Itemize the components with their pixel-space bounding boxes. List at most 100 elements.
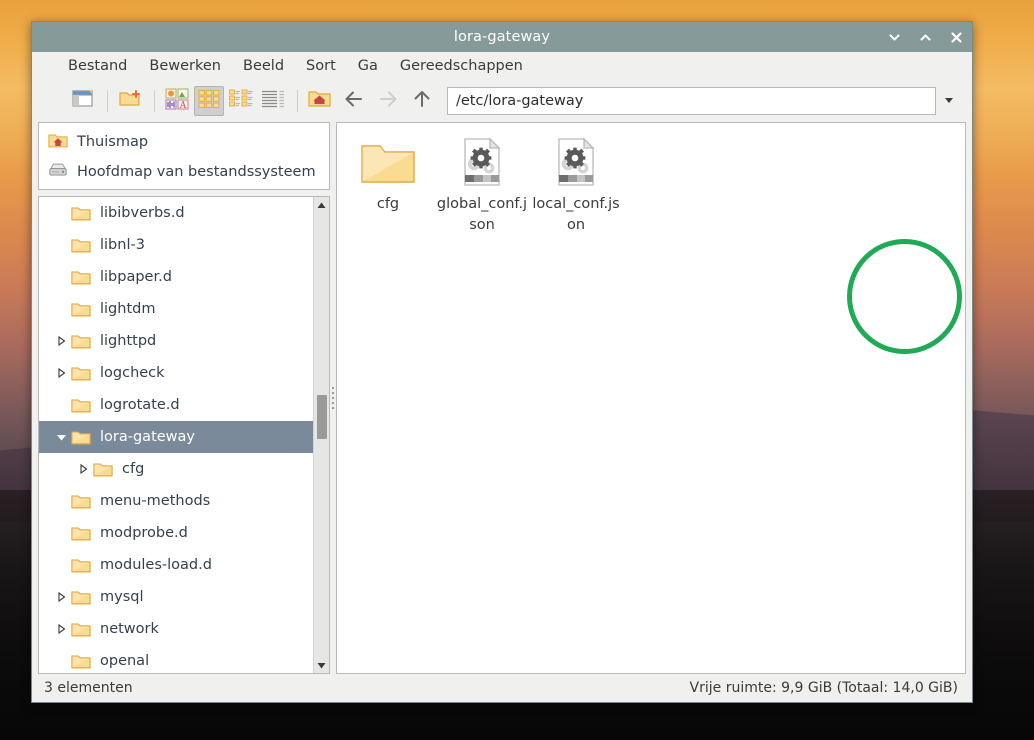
tree-item-label: lightdm — [100, 301, 156, 317]
tree-item-label: lighttpd — [100, 333, 157, 349]
tree-item-modprobe-d[interactable]: modprobe.d — [39, 517, 313, 549]
chevron-right-icon[interactable] — [51, 592, 71, 602]
directory-tree[interactable]: libibverbs.d libnl-3 libpaper.d lightdm ligh… — [39, 197, 313, 673]
status-item-count: 3 elementen — [44, 680, 133, 696]
tree-item-logcheck[interactable]: logcheck — [39, 357, 313, 389]
folder-icon — [71, 589, 93, 606]
places-panel: Thuismap Hoofdmap van bestandssysteem — [38, 122, 330, 190]
directory-tree-panel: libibverbs.d libnl-3 libpaper.d lightdm ligh… — [38, 196, 330, 674]
scroll-down-button[interactable] — [314, 657, 330, 673]
toolbar: A /etc/lora-gateway — [32, 80, 972, 122]
icon-grid: cfg global_conf.json local_conf.json — [337, 123, 965, 250]
folder-icon — [71, 621, 93, 638]
status-bar: 3 elementen Vrije ruimte: 9,9 GiB (Totaa… — [32, 674, 972, 702]
file-list-view[interactable]: cfg global_conf.json local_conf.json — [336, 122, 966, 674]
menu-item-bestand[interactable]: Bestand — [68, 58, 127, 74]
home-button[interactable] — [305, 86, 335, 116]
menu-item-beeld[interactable]: Beeld — [243, 58, 284, 74]
chevron-right-icon[interactable] — [51, 336, 71, 346]
window-title: lora-gateway — [453, 29, 551, 45]
scrollbar-track[interactable] — [314, 213, 329, 657]
sidebar: Thuismap Hoofdmap van bestandssysteem li… — [38, 122, 330, 674]
tree-item-libpaper-d[interactable]: libpaper.d — [39, 261, 313, 293]
status-free-space: Vrije ruimte: 9,9 GiB (Totaal: 14,0 GiB) — [689, 680, 958, 696]
folder-icon — [71, 365, 93, 382]
hard-drive-icon — [48, 162, 68, 183]
tree-item-label: cfg — [122, 461, 145, 477]
tree-item-label: modprobe.d — [100, 525, 188, 541]
tree-item-logrotate-d[interactable]: logrotate.d — [39, 389, 313, 421]
folder-icon — [71, 301, 93, 318]
menu-item-ga[interactable]: Ga — [358, 58, 378, 74]
tree-item-menu-methods[interactable]: menu-methods — [39, 485, 313, 517]
chevron-right-icon[interactable] — [73, 464, 93, 474]
path-value: /etc/lora-gateway — [456, 93, 584, 109]
tree-item-label: libpaper.d — [100, 269, 172, 285]
place-item-label: Thuismap — [77, 134, 149, 150]
toolbar-separator — [107, 90, 108, 112]
window-controls — [887, 30, 964, 45]
folder-icon — [71, 653, 93, 670]
tree-item-network[interactable]: network — [39, 613, 313, 645]
back-button[interactable] — [337, 86, 371, 116]
folder-icon — [71, 525, 93, 542]
new-folder-icon — [118, 88, 142, 114]
tree-item-modules-load-d[interactable]: modules-load.d — [39, 549, 313, 581]
tree-item-libibverbs-d[interactable]: libibverbs.d — [39, 197, 313, 229]
new-tab-button[interactable] — [68, 86, 98, 116]
tree-item-label: modules-load.d — [100, 557, 212, 573]
chevron-right-icon[interactable] — [51, 624, 71, 634]
icon-view-button[interactable] — [194, 86, 224, 116]
path-input[interactable]: /etc/lora-gateway — [447, 87, 936, 115]
tree-item-label: mysql — [100, 589, 144, 605]
home-folder-icon — [48, 132, 68, 153]
file-types-icon: A — [164, 87, 190, 115]
menu-item-sort[interactable]: Sort — [306, 58, 336, 74]
maximize-button[interactable] — [918, 30, 933, 45]
svg-text:A: A — [179, 101, 187, 111]
folder-icon — [360, 137, 416, 187]
new-window-icon — [71, 88, 95, 114]
scrollbar-thumb[interactable] — [317, 395, 327, 440]
tree-item-label: logcheck — [100, 365, 165, 381]
file-item-cfg[interactable]: cfg — [341, 131, 435, 242]
menu-item-bewerken[interactable]: Bewerken — [149, 58, 221, 74]
chevron-right-icon[interactable] — [51, 368, 71, 378]
shade-button[interactable] — [887, 30, 902, 45]
tree-item-mysql[interactable]: mysql — [39, 581, 313, 613]
icon-view-icon — [197, 88, 221, 114]
path-dropdown-button[interactable] — [936, 87, 962, 115]
tree-item-lighttpd[interactable]: lighttpd — [39, 325, 313, 357]
up-button[interactable] — [405, 86, 439, 116]
detailed-view-button[interactable] — [258, 86, 288, 116]
tree-item-label: menu-methods — [100, 493, 211, 509]
detailed-list-icon — [260, 88, 286, 114]
folder-icon — [71, 237, 93, 254]
place-item-label: Hoofdmap van bestandssysteem — [77, 164, 316, 180]
place-item-home[interactable]: Thuismap — [39, 127, 329, 157]
file-item-local-conf-json[interactable]: local_conf.json — [529, 131, 623, 242]
tree-item-cfg[interactable]: cfg — [39, 453, 313, 485]
tree-item-openal[interactable]: openal — [39, 645, 313, 673]
tree-item-label: libibverbs.d — [100, 205, 185, 221]
file-item-label: cfg — [376, 196, 400, 212]
tree-item-lora-gateway[interactable]: lora-gateway — [39, 421, 313, 453]
arrow-left-icon — [342, 87, 366, 115]
menu-item-gereedschappen[interactable]: Gereedschappen — [400, 58, 523, 74]
scroll-up-button[interactable] — [314, 197, 330, 213]
chevron-down-icon[interactable] — [51, 433, 71, 442]
tree-item-lightdm[interactable]: lightdm — [39, 293, 313, 325]
folder-icon — [71, 333, 93, 350]
compact-view-button[interactable] — [226, 86, 256, 116]
close-button[interactable] — [949, 30, 964, 45]
tree-scrollbar[interactable] — [313, 197, 329, 673]
tree-item-libnl-3[interactable]: libnl-3 — [39, 229, 313, 261]
file-types-button[interactable]: A — [162, 86, 192, 116]
file-item-label: local_conf.json — [532, 196, 620, 233]
file-item-global-conf-json[interactable]: global_conf.json — [435, 131, 529, 242]
file-manager-window: lora-gateway Bestand Bewerken Beeld Sort… — [31, 21, 973, 703]
arrow-up-icon — [410, 87, 434, 115]
home-folder-icon — [307, 88, 333, 114]
place-item-filesystem[interactable]: Hoofdmap van bestandssysteem — [39, 157, 329, 187]
new-folder-button[interactable] — [115, 86, 145, 116]
